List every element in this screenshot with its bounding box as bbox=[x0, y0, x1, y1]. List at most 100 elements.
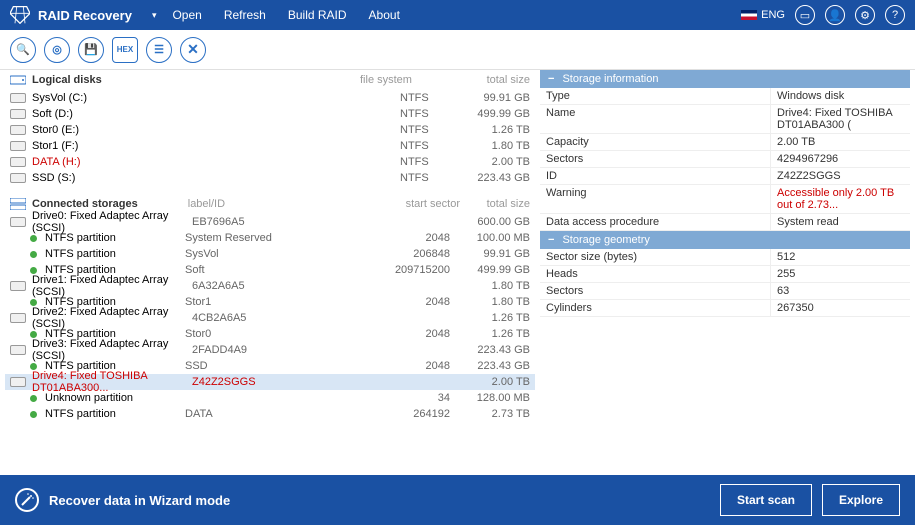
info-value: 63 bbox=[770, 283, 910, 299]
collapse-icon[interactable]: − bbox=[548, 73, 554, 85]
settings-icon[interactable]: ⚙ bbox=[855, 5, 875, 25]
partition-dot-icon bbox=[30, 363, 37, 370]
logical-disk-row[interactable]: Stor1 (F:) NTFS 1.80 TB bbox=[5, 138, 535, 154]
menu-refresh[interactable]: Refresh bbox=[224, 8, 266, 22]
target-icon[interactable]: ◎ bbox=[44, 37, 70, 63]
menu-open[interactable]: Open bbox=[172, 8, 201, 22]
app-header: RAID Recovery ▾ Open Refresh Build RAID … bbox=[0, 0, 915, 30]
drive-row[interactable]: Drive4: Fixed TOSHIBA DT01ABA300... Z42Z… bbox=[5, 374, 535, 390]
storage-label: Stor1 bbox=[185, 296, 370, 308]
app-title: RAID Recovery bbox=[38, 8, 132, 23]
info-row: Sectors 63 bbox=[540, 283, 910, 300]
partition-row[interactable]: NTFS partition DATA 264192 2.73 TB bbox=[5, 406, 535, 422]
left-panel: Logical disks file system total size Sys… bbox=[0, 70, 540, 475]
start-sector: 209715200 bbox=[370, 264, 450, 276]
disk-icon bbox=[10, 109, 26, 119]
storage-size: 2.00 TB bbox=[450, 376, 530, 388]
storage-name: NTFS partition bbox=[45, 248, 185, 260]
storages-icon bbox=[10, 198, 26, 210]
info-row: Name Drive4: Fixed TOSHIBA DT01ABA300 ( bbox=[540, 105, 910, 134]
logical-disk-row[interactable]: Stor0 (E:) NTFS 1.26 TB bbox=[5, 122, 535, 138]
start-sector: 2048 bbox=[370, 360, 450, 372]
info-value: 255 bbox=[770, 266, 910, 282]
storage-label: DATA bbox=[185, 408, 370, 420]
storage-size: 1.26 TB bbox=[450, 312, 530, 324]
storage-label: 4CB2A6A5 bbox=[192, 312, 370, 324]
storage-label: Stor0 bbox=[185, 328, 370, 340]
info-value: 2.00 TB bbox=[770, 134, 910, 150]
partition-dot-icon bbox=[30, 331, 37, 338]
drive-row[interactable]: Drive2: Fixed Adaptec Array (SCSI) 4CB2A… bbox=[5, 310, 535, 326]
app-logo-icon bbox=[10, 6, 30, 24]
footer-buttons: Start scan Explore bbox=[720, 484, 900, 516]
save-icon[interactable]: 💾 bbox=[78, 37, 104, 63]
language-selector[interactable]: ENG bbox=[741, 9, 785, 21]
wand-icon bbox=[15, 488, 39, 512]
storage-name: Drive0: Fixed Adaptec Array (SCSI) bbox=[32, 210, 192, 234]
wizard-button[interactable]: Recover data in Wizard mode bbox=[15, 488, 230, 512]
storage-name: Drive1: Fixed Adaptec Array (SCSI) bbox=[32, 274, 192, 298]
drive-row[interactable]: Drive3: Fixed Adaptec Array (SCSI) 2FADD… bbox=[5, 342, 535, 358]
drive-row[interactable]: Drive1: Fixed Adaptec Array (SCSI) 6A32A… bbox=[5, 278, 535, 294]
disk-name: Stor1 (F:) bbox=[32, 140, 192, 152]
info-value: 512 bbox=[770, 249, 910, 265]
storage-size: 223.43 GB bbox=[450, 344, 530, 356]
logical-disk-row[interactable]: SSD (S:) NTFS 223.43 GB bbox=[5, 170, 535, 186]
info-section-header[interactable]: −Storage information bbox=[540, 70, 910, 88]
logical-disk-row[interactable]: SysVol (C:) NTFS 99.91 GB bbox=[5, 90, 535, 106]
list-icon[interactable]: ☰ bbox=[146, 37, 172, 63]
disk-size: 1.26 TB bbox=[460, 124, 530, 136]
main-menu: Open Refresh Build RAID About bbox=[172, 8, 399, 22]
main-area: Logical disks file system total size Sys… bbox=[0, 70, 915, 475]
user-icon[interactable]: 👤 bbox=[825, 5, 845, 25]
partition-row[interactable]: NTFS partition SysVol 206848 99.91 GB bbox=[5, 246, 535, 262]
start-sector: 2048 bbox=[370, 328, 450, 340]
info-row: Cylinders 267350 bbox=[540, 300, 910, 317]
disk-fs: NTFS bbox=[400, 92, 460, 104]
help-icon[interactable]: ? bbox=[885, 5, 905, 25]
start-sector: 264192 bbox=[370, 408, 450, 420]
disk-name: SysVol (C:) bbox=[32, 92, 192, 104]
info-row: Sectors 4294967296 bbox=[540, 151, 910, 168]
menu-dropdown-icon[interactable]: ▾ bbox=[152, 10, 157, 21]
hex-view-button[interactable]: HEX bbox=[112, 37, 138, 63]
storage-label: System Reserved bbox=[185, 232, 370, 244]
storage-size: 128.00 MB bbox=[450, 392, 530, 404]
disk-size: 99.91 GB bbox=[460, 92, 530, 104]
logical-disk-row[interactable]: DATA (H:) NTFS 2.00 TB bbox=[5, 154, 535, 170]
explore-button[interactable]: Explore bbox=[822, 484, 900, 516]
info-key: Data access procedure bbox=[540, 214, 770, 230]
info-key: Cylinders bbox=[540, 300, 770, 316]
disk-name: Stor0 (E:) bbox=[32, 124, 192, 136]
info-key: Warning bbox=[540, 185, 770, 213]
disk-size: 2.00 TB bbox=[460, 156, 530, 168]
menu-about[interactable]: About bbox=[369, 8, 400, 22]
info-value: System read bbox=[770, 214, 910, 230]
start-sector: 2048 bbox=[370, 232, 450, 244]
partition-row[interactable]: NTFS partition System Reserved 2048 100.… bbox=[5, 230, 535, 246]
info-row: Capacity 2.00 TB bbox=[540, 134, 910, 151]
partition-dot-icon bbox=[30, 267, 37, 274]
info-value: 4294967296 bbox=[770, 151, 910, 167]
disk-fs: NTFS bbox=[400, 156, 460, 168]
drive-icon bbox=[10, 313, 26, 323]
menu-build-raid[interactable]: Build RAID bbox=[288, 8, 347, 22]
partition-row[interactable]: Unknown partition 34 128.00 MB bbox=[5, 390, 535, 406]
start-scan-button[interactable]: Start scan bbox=[720, 484, 812, 516]
geometry-section-header[interactable]: −Storage geometry bbox=[540, 231, 910, 249]
collapse-icon[interactable]: − bbox=[548, 234, 554, 246]
partition-dot-icon bbox=[30, 395, 37, 402]
storage-label: Soft bbox=[185, 264, 370, 276]
info-value: 267350 bbox=[770, 300, 910, 316]
dashboard-icon[interactable]: ▭ bbox=[795, 5, 815, 25]
disk-size: 223.43 GB bbox=[460, 172, 530, 184]
drive-row[interactable]: Drive0: Fixed Adaptec Array (SCSI) EB769… bbox=[5, 214, 535, 230]
storage-label: SSD bbox=[185, 360, 370, 372]
partition-dot-icon bbox=[30, 299, 37, 306]
partition-dot-icon bbox=[30, 251, 37, 258]
info-row: Type Windows disk bbox=[540, 88, 910, 105]
search-icon[interactable]: 🔍 bbox=[10, 37, 36, 63]
logical-disk-row[interactable]: Soft (D:) NTFS 499.99 GB bbox=[5, 106, 535, 122]
start-sector: 34 bbox=[370, 392, 450, 404]
close-icon[interactable]: ✕ bbox=[180, 37, 206, 63]
